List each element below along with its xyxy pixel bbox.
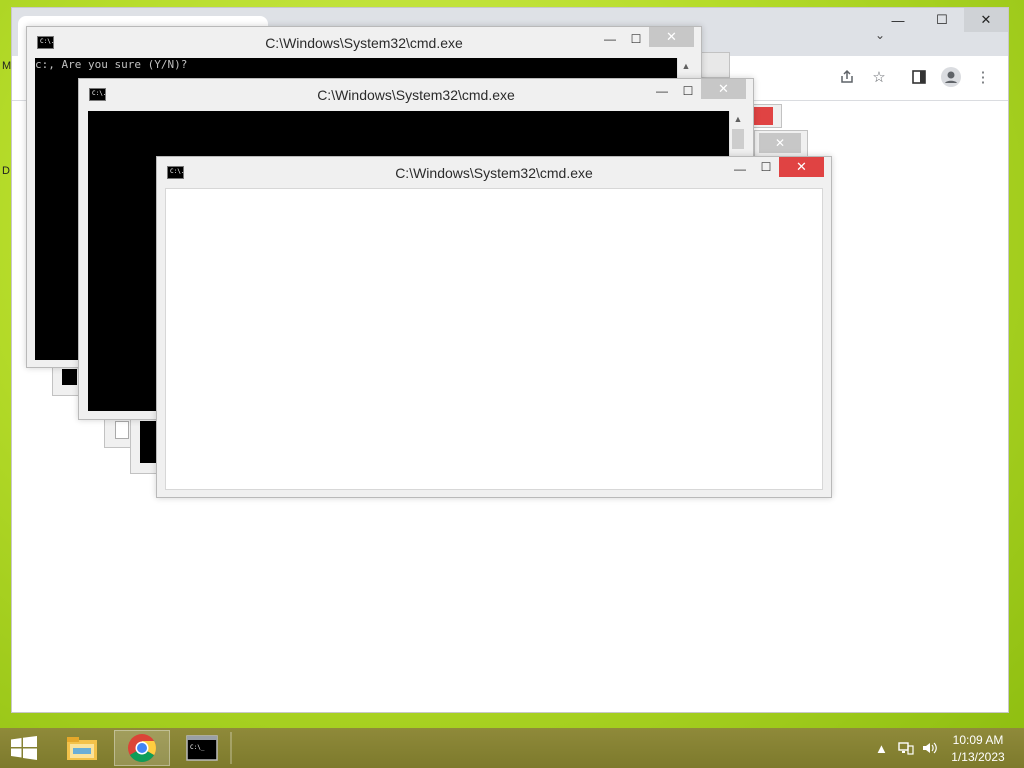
cmd-titlebar[interactable]: C:\. C:\Windows\System32\cmd.exe — ☐ ✕ <box>157 157 831 187</box>
bookmark-star-icon[interactable]: ☆ <box>866 64 892 90</box>
console-output[interactable] <box>165 188 823 490</box>
share-icon[interactable] <box>834 64 860 90</box>
chrome-close-button[interactable]: ✕ <box>964 8 1008 32</box>
menu-kebab-icon[interactable]: ⋮ <box>970 64 996 90</box>
maximize-button[interactable]: ☐ <box>623 29 649 49</box>
taskbar-separator <box>230 732 232 764</box>
window-remnant <box>750 104 782 128</box>
scrollbar-thumb[interactable] <box>732 129 744 149</box>
windows-start-icon[interactable] <box>6 734 42 762</box>
tray-chevron-up-icon[interactable]: ▲ <box>875 728 888 768</box>
cmd-titlebar[interactable]: C:\. C:\Windows\System32\cmd.exe — ☐ ✕ <box>27 27 701 57</box>
side-panel-icon[interactable] <box>906 64 932 90</box>
minimize-button[interactable]: — <box>649 81 675 101</box>
cmd-window-3[interactable]: C:\. C:\Windows\System32\cmd.exe — ☐ ✕ <box>156 156 832 498</box>
desktop-edge-text: D <box>2 165 10 177</box>
profile-icon[interactable] <box>938 64 964 90</box>
minimize-button[interactable]: — <box>597 29 623 49</box>
scroll-up-icon[interactable]: ▲ <box>678 58 694 74</box>
network-icon[interactable] <box>898 728 914 768</box>
scroll-up-icon[interactable]: ▲ <box>730 111 746 127</box>
maximize-button[interactable]: ☐ <box>753 157 779 177</box>
chrome-icon[interactable] <box>114 730 170 766</box>
cmd-titlebar[interactable]: C:\. C:\Windows\System32\cmd.exe — ☐ ✕ <box>79 79 753 109</box>
close-button[interactable]: ✕ <box>701 79 746 99</box>
taskbar: C:\_ ▲ 10:09 AM 1/13/2023 <box>0 728 1024 768</box>
maximize-button[interactable]: ☐ <box>675 81 701 101</box>
minimize-button[interactable]: — <box>727 159 753 179</box>
taskbar-clock[interactable]: 10:09 AM 1/13/2023 <box>946 732 1010 766</box>
desktop-edge-text: M <box>2 60 12 72</box>
window-remnant <box>700 52 730 78</box>
file-explorer-icon[interactable] <box>54 730 110 766</box>
window-remnant: ✕ <box>754 130 808 158</box>
chrome-minimize-button[interactable]: — <box>876 8 920 32</box>
clock-time: 10:09 AM <box>952 733 1004 747</box>
close-button[interactable]: ✕ <box>649 27 694 47</box>
cmd-icon[interactable]: C:\_ <box>174 730 230 766</box>
volume-icon[interactable] <box>922 728 938 768</box>
clock-date: 1/13/2023 <box>951 750 1005 764</box>
svg-text:C:\_: C:\_ <box>190 744 205 751</box>
close-button[interactable]: ✕ <box>779 157 824 177</box>
chrome-maximize-button[interactable]: ☐ <box>920 8 964 32</box>
